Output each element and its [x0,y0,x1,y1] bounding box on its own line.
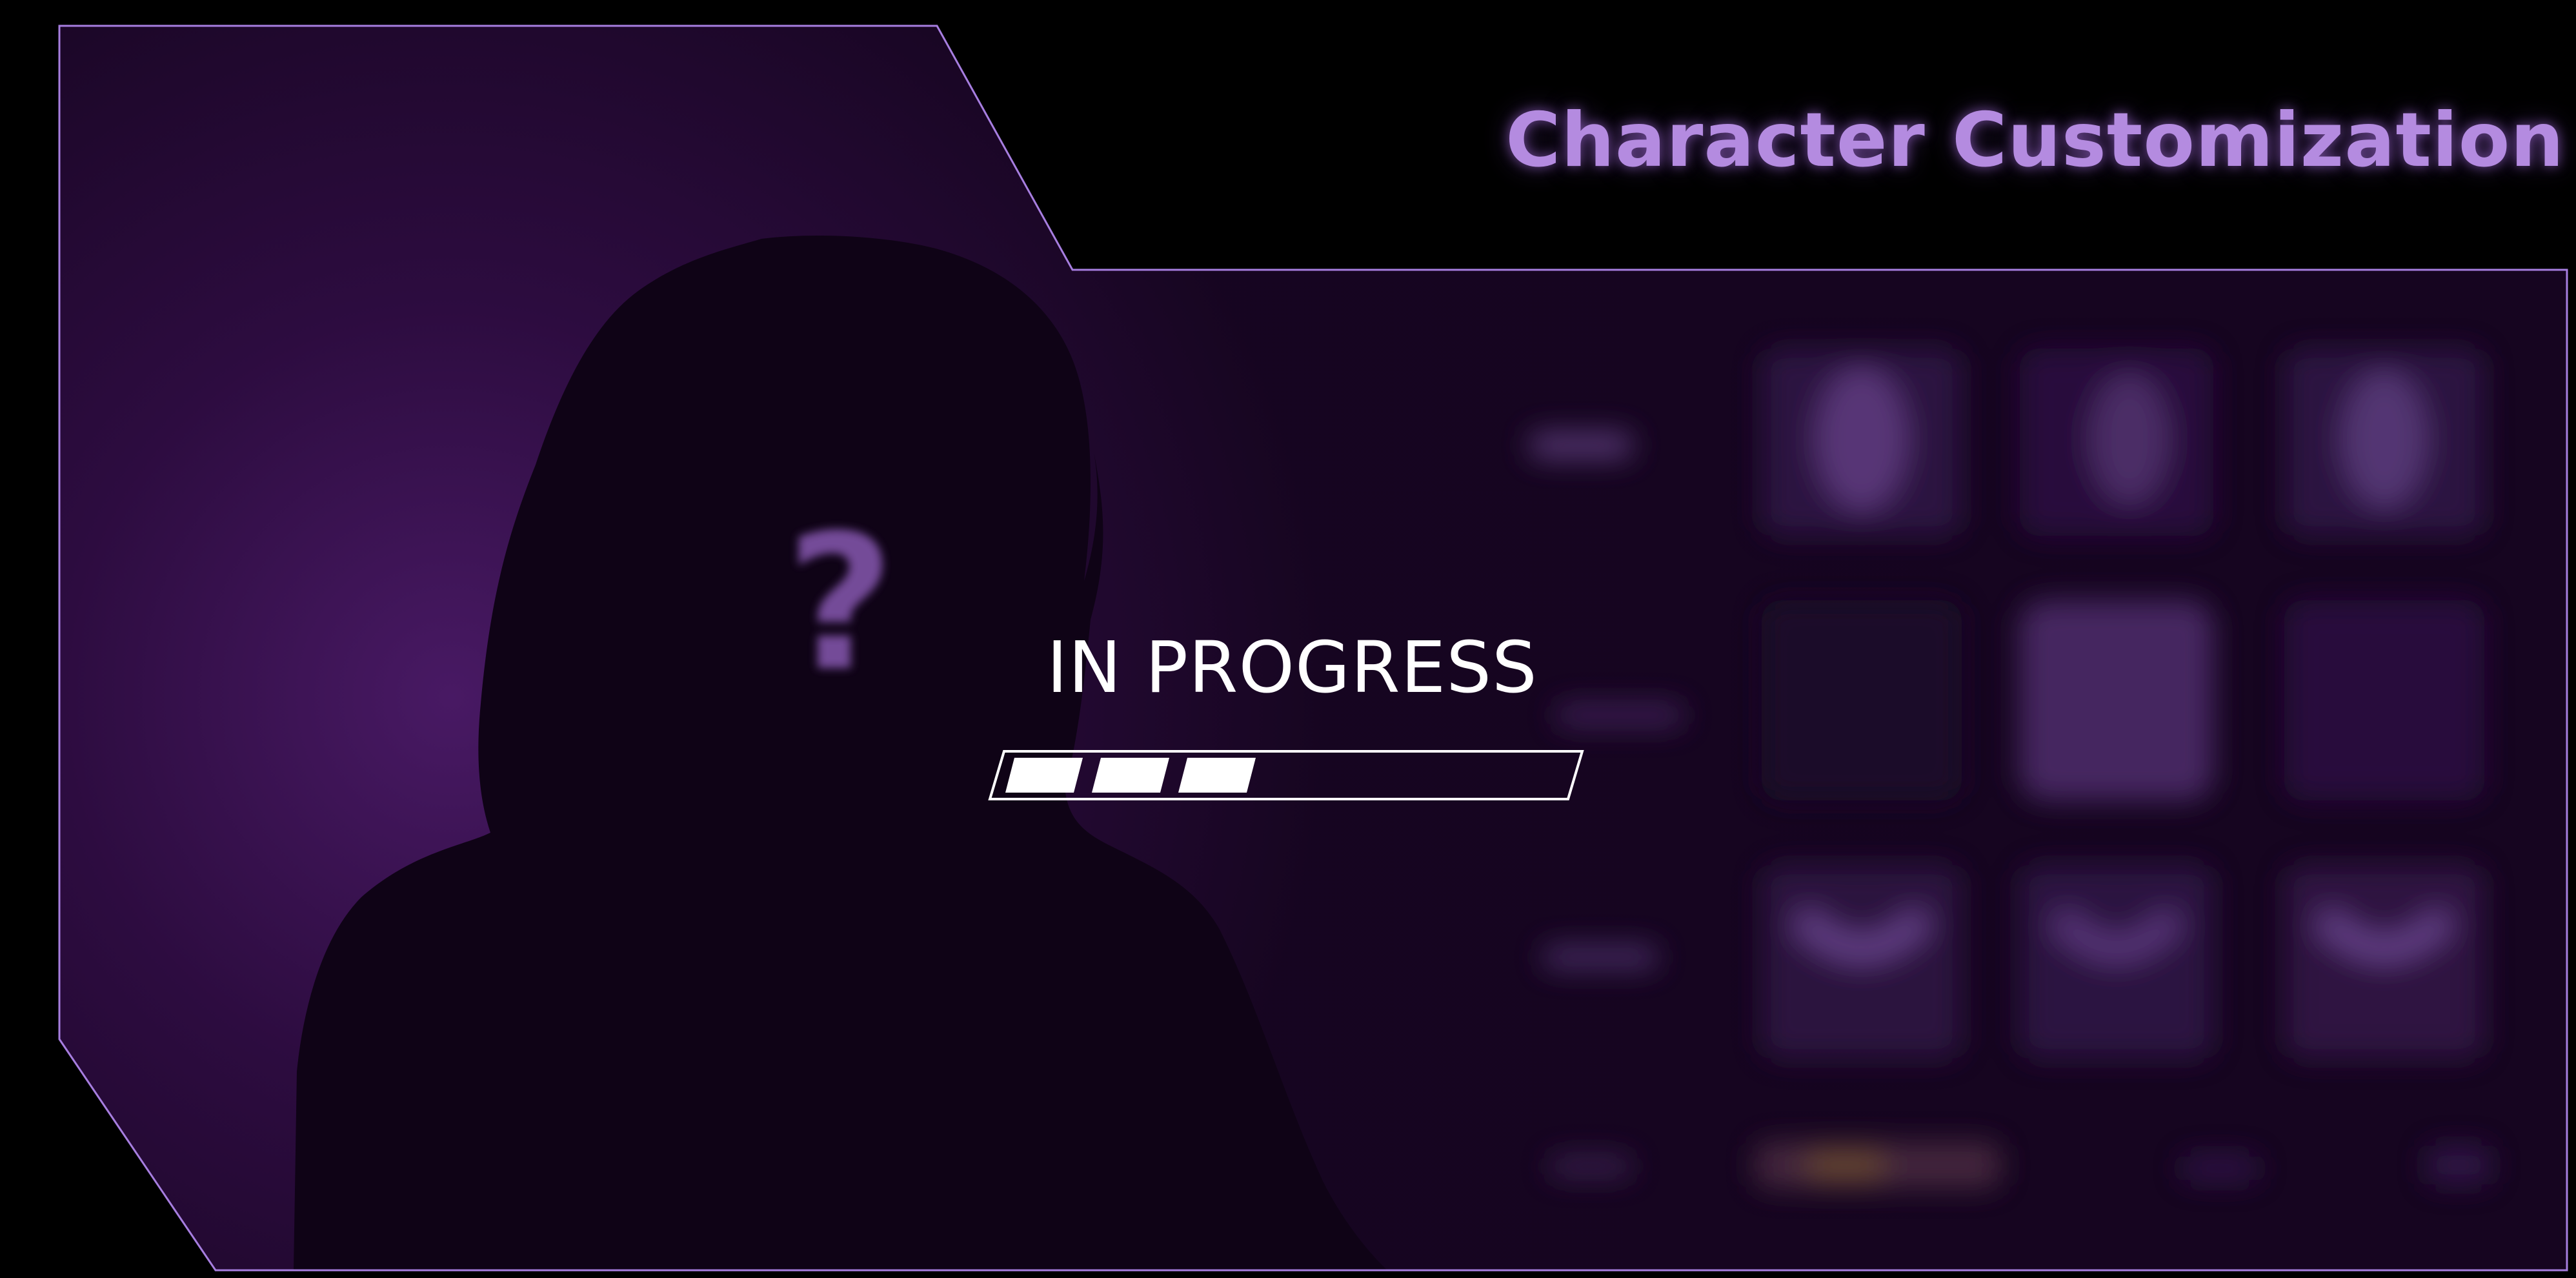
page-title: Character Customization [1505,97,2564,184]
progress-segment [1178,758,1256,793]
character-customization-screen: ? Character Customization IN PROGRESS [0,0,2576,1278]
progress-segment [1005,758,1083,793]
loading-status-text: IN PROGRESS [1047,626,1538,709]
progress-segment [1092,758,1169,793]
question-mark-icon: ? [786,495,894,713]
progress-bar-segments [1005,758,1256,793]
loading-progress-bar [987,749,1587,802]
